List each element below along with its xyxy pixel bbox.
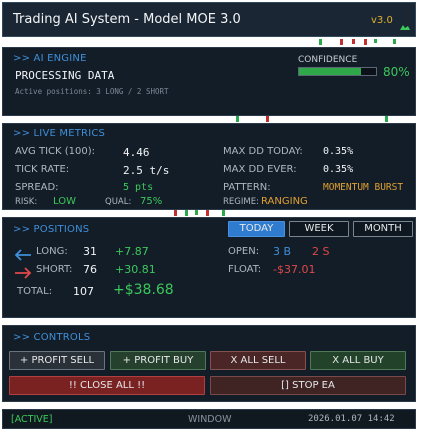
max-dd-today-label: MAX DD TODAY: [223, 146, 303, 157]
max-dd-today-value: 0.35% [323, 146, 354, 157]
arrow-left-icon [14, 246, 32, 265]
candle [374, 39, 377, 43]
spread-label: SPREAD: [15, 182, 59, 193]
candle [222, 210, 225, 216]
ai-engine-header: >> AI ENGINE [13, 53, 87, 64]
confidence-bar-fill [299, 68, 361, 75]
candle [340, 39, 343, 45]
risk-value: LOW [53, 196, 76, 207]
live-metrics-panel: >> LIVE METRICS AVG TICK (100): 4.46 TIC… [2, 123, 416, 210]
tick-rate-label: TICK RATE: [15, 164, 70, 175]
live-metrics-header: >> LIVE METRICS [13, 128, 106, 139]
title-bar: Trading AI System - Model MOE 3.0 v3.0 [2, 2, 416, 37]
candle [319, 39, 322, 45]
status-bar: [ACTIVE] WINDOW 2026.01.07 14:42 [2, 409, 416, 429]
qual-label: QUAL: [105, 197, 132, 207]
qual-value: 75% [140, 196, 163, 207]
engine-status: PROCESSING DATA [15, 69, 115, 82]
positions-panel: >> POSITIONS TODAY WEEK MONTH LONG: 31 +… [2, 217, 416, 318]
tab-week[interactable]: WEEK [289, 221, 349, 237]
total-profit: +$38.68 [113, 282, 174, 298]
confidence-value: 80% [383, 65, 410, 79]
tick-rate-value: 2.5 t/s [123, 164, 170, 177]
open-sell: 2 S [312, 245, 330, 258]
candle [385, 116, 388, 122]
long-count: 31 [83, 245, 97, 258]
tab-month[interactable]: MONTH [353, 221, 413, 237]
profit-buy-button[interactable]: + PROFIT BUY [110, 351, 206, 370]
close-all-sell-button[interactable]: X ALL SELL [210, 351, 306, 370]
status-datetime: 2026.01.07 14:42 [308, 414, 395, 424]
status-state: [ACTIVE] [11, 414, 53, 425]
long-label: LONG: [36, 246, 68, 257]
total-label: TOTAL: [17, 286, 53, 297]
max-dd-ever-value: 0.35% [323, 164, 354, 175]
open-label: OPEN: [228, 246, 260, 257]
ai-engine-panel: >> AI ENGINE PROCESSING DATA Active posi… [2, 47, 416, 116]
stop-ea-button[interactable]: [] STOP EA [210, 376, 406, 395]
candle [352, 39, 355, 44]
total-count: 107 [73, 285, 94, 298]
version-label: v3.0 [371, 15, 393, 26]
candle [174, 210, 177, 216]
close-all-button[interactable]: !! CLOSE ALL !! [9, 376, 205, 395]
confidence-bar [298, 67, 377, 76]
active-positions-text: Active positions: 3 LONG / 2 SHORT [15, 87, 169, 96]
float-label: FLOAT: [228, 264, 262, 275]
float-value: -$37.01 [273, 263, 316, 276]
short-label: SHORT: [36, 264, 73, 275]
controls-panel: >> CONTROLS + PROFIT SELL + PROFIT BUY X… [2, 325, 416, 402]
arrow-right-icon [14, 264, 32, 283]
regime-label: REGIME: [223, 197, 259, 207]
status-mode: WINDOW [188, 414, 232, 425]
close-all-buy-button[interactable]: X ALL BUY [310, 351, 406, 370]
max-dd-ever-label: MAX DD EVER: [223, 164, 297, 175]
regime-value: RANGING [261, 196, 308, 207]
spread-value: 5 pts [123, 182, 154, 193]
controls-header: >> CONTROLS [13, 332, 91, 343]
short-count: 76 [83, 263, 97, 276]
risk-label: RISK: [15, 197, 38, 207]
candle [364, 39, 367, 45]
pattern-value: MOMENTUM BURST [323, 182, 404, 193]
profit-sell-button[interactable]: + PROFIT SELL [9, 351, 105, 370]
candle [266, 116, 269, 122]
pattern-label: PATTERN: [223, 182, 271, 193]
candle [206, 210, 209, 216]
avg-tick-label: AVG TICK (100): [15, 146, 96, 157]
candle [393, 39, 396, 44]
long-profit: +7.87 [115, 245, 149, 258]
cloud-icon [399, 16, 411, 35]
candle [195, 210, 198, 215]
window-title: Trading AI System - Model MOE 3.0 [13, 12, 241, 27]
avg-tick-value: 4.46 [123, 146, 150, 159]
candle [236, 116, 239, 122]
tab-today[interactable]: TODAY [228, 221, 285, 237]
positions-header: >> POSITIONS [13, 224, 90, 235]
confidence-label: CONFIDENCE [298, 55, 358, 65]
candle [185, 210, 188, 216]
open-buy: 3 B [273, 245, 292, 258]
short-profit: +30.81 [115, 263, 156, 276]
